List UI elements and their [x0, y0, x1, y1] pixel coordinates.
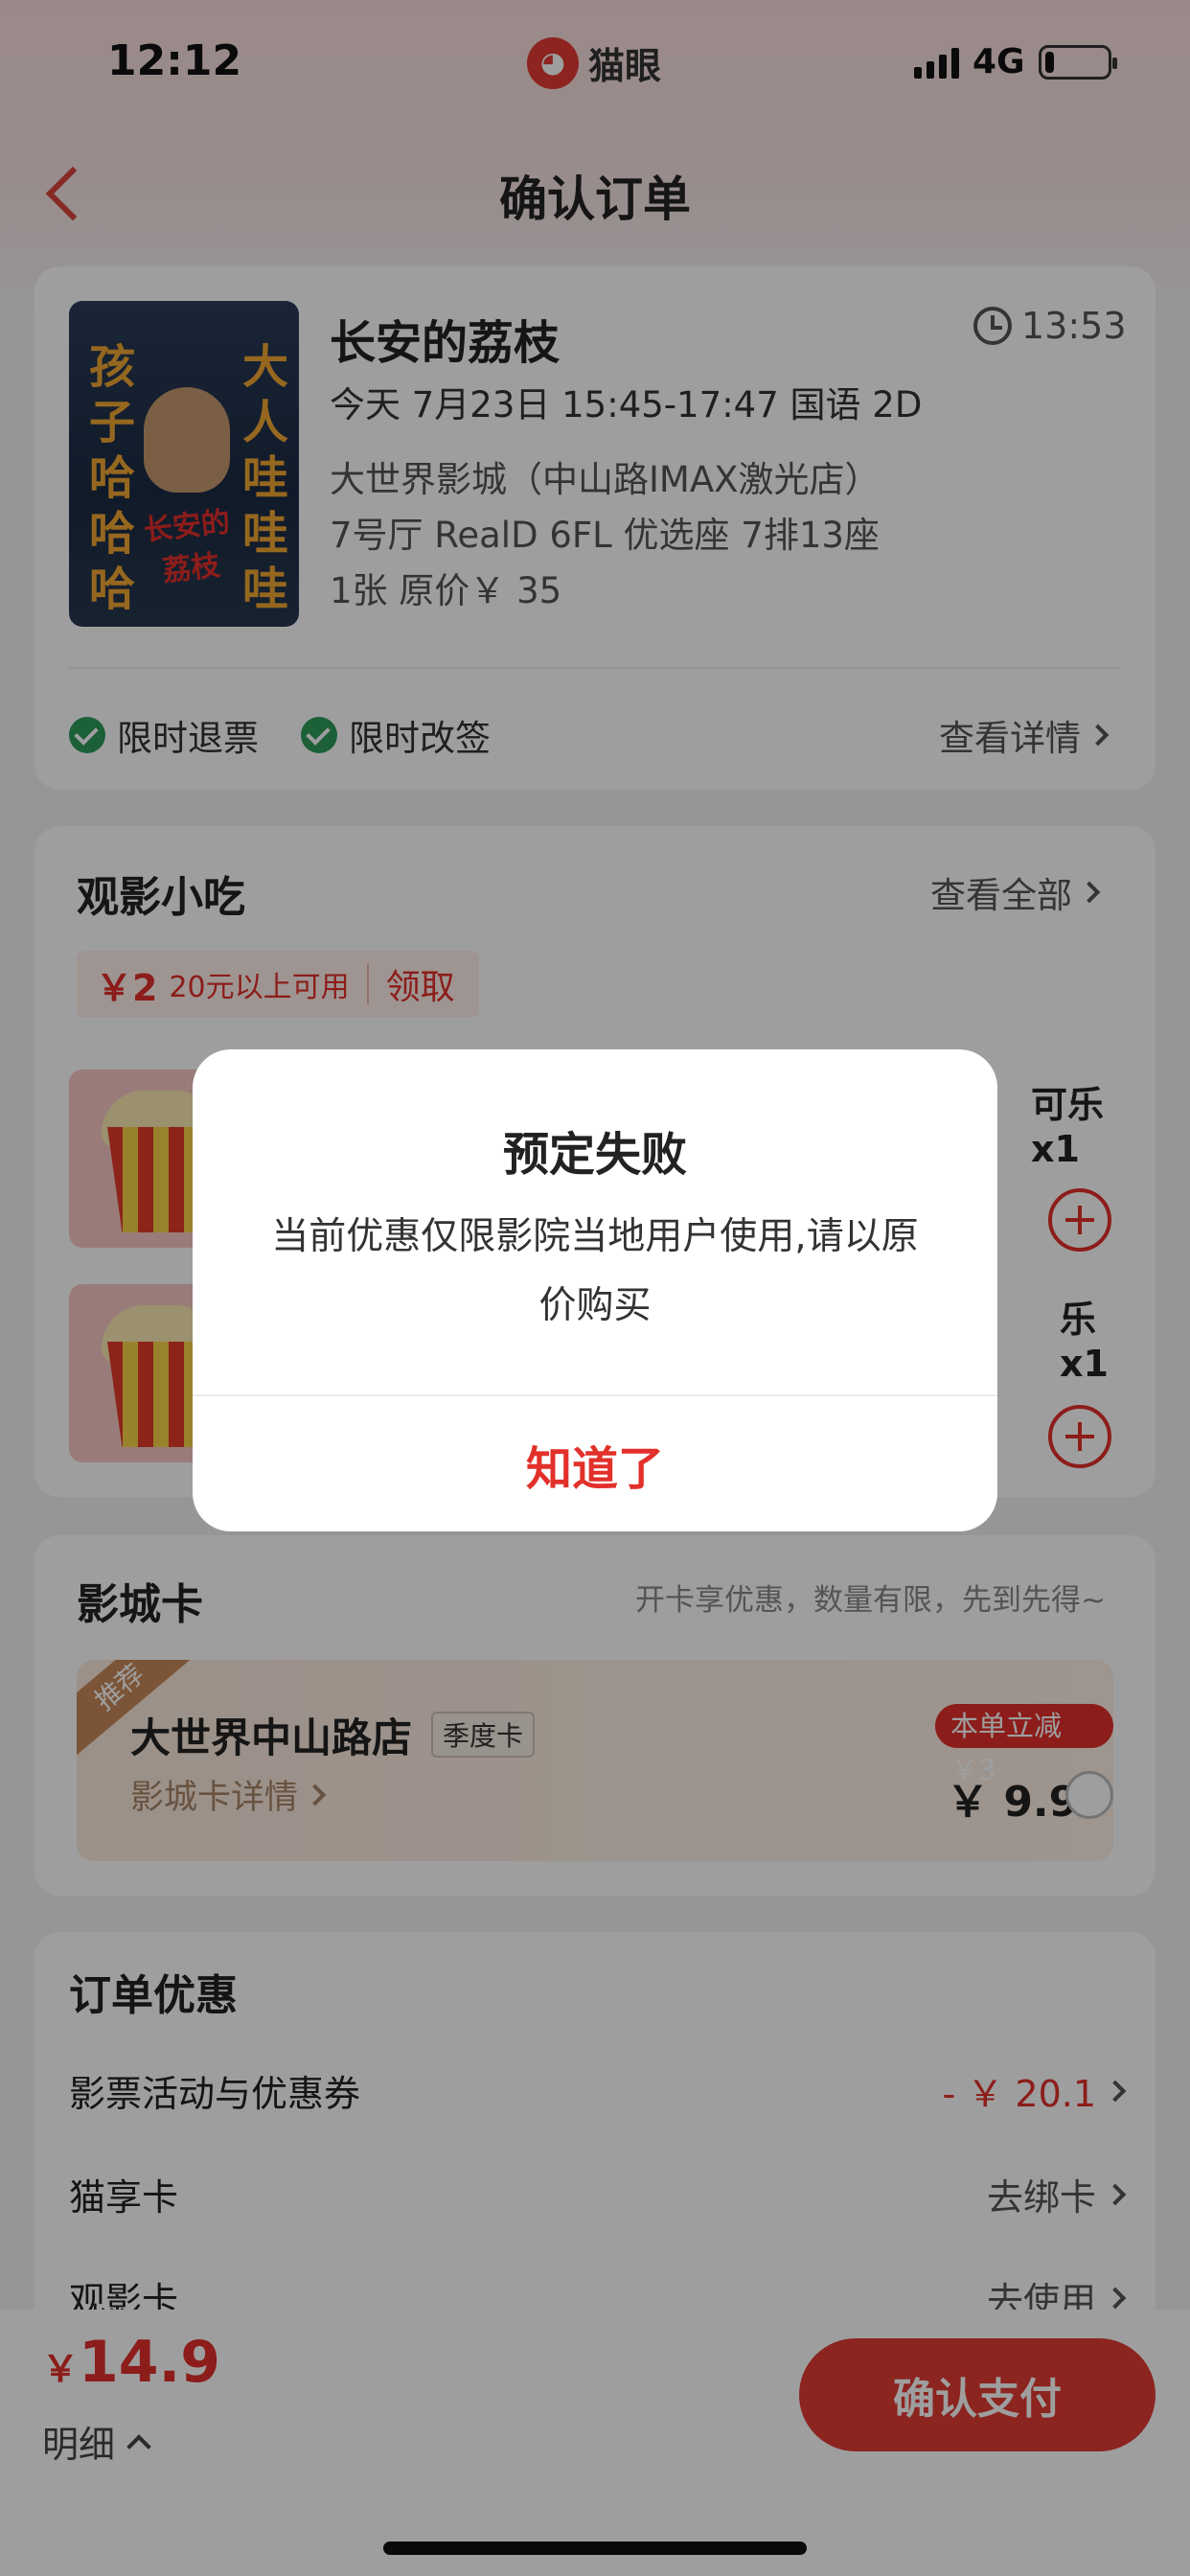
dialog-message: 当前优惠仅限影院当地用户使用,请以原价购买 — [271, 1215, 919, 1327]
order-page: 12:12 ◕ 猫眼 4G 确认订单 孩子哈哈哈 大人哇哇哇 长安的荔枝 长安的… — [0, 0, 1190, 2576]
booking-failed-dialog: 预定失败 当前优惠仅限影院当地用户使用,请以原价购买 知道了 — [193, 1049, 997, 1531]
dialog-ok-button[interactable]: 知道了 — [193, 1396, 997, 1531]
dialog-title: 预定失败 — [502, 1128, 687, 1182]
